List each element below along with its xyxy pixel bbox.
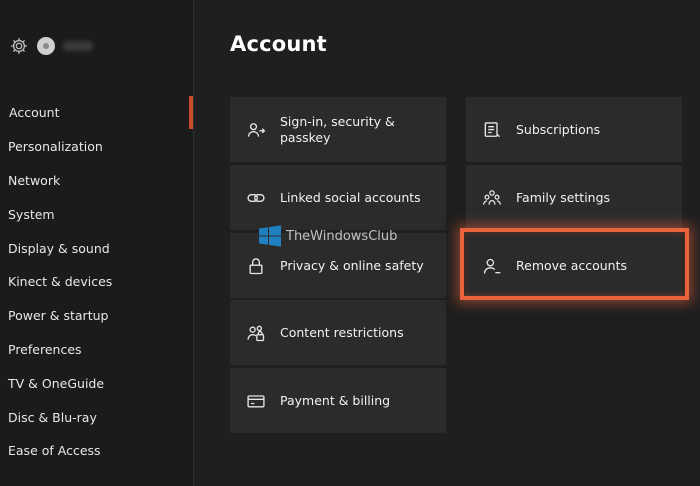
watermark: TheWindowsClub [258, 224, 397, 248]
avatar[interactable] [37, 37, 55, 55]
sidebar-item-label: TV & OneGuide [8, 375, 105, 391]
sidebar-item-display-sound[interactable]: Display & sound [0, 231, 193, 265]
gamertag-blurred [63, 41, 93, 51]
sidebar-item-preferences[interactable]: Preferences [0, 333, 193, 367]
sidebar-item-label: Preferences [8, 341, 82, 357]
tile-linked-social-accounts[interactable]: Linked social accounts [230, 165, 446, 230]
sidebar-item-disc-bluray[interactable]: Disc & Blu-ray [0, 400, 193, 434]
tile-label: Remove accounts [516, 257, 628, 273]
tile-label: Content restrictions [280, 324, 404, 340]
sidebar-item-label: Account [9, 105, 60, 121]
sidebar-item-label: Disc & Blu-ray [8, 409, 97, 425]
sidebar-item-label: Network [8, 172, 61, 188]
tile-remove-accounts[interactable]: Remove accounts [466, 233, 682, 298]
content-restrictions-icon [247, 325, 265, 341]
watermark-text: TheWindowsClub [286, 228, 398, 244]
sidebar-item-tv-oneguide[interactable]: TV & OneGuide [0, 366, 193, 400]
tile-label: Family settings [516, 189, 611, 205]
tile-label: Sign-in, security & passkey [280, 113, 395, 145]
tile-label: Privacy & online safety [280, 257, 424, 273]
tile-sign-in-security[interactable]: Sign-in, security & passkey [230, 97, 446, 162]
sidebar: Account Personalization Network System D… [0, 0, 194, 486]
tile-payment-billing[interactable]: Payment & billing [230, 368, 446, 433]
tile-family-settings[interactable]: Family settings [466, 165, 682, 230]
sidebar-nav: Account Personalization Network System D… [0, 96, 193, 468]
sidebar-item-power-startup[interactable]: Power & startup [0, 299, 193, 333]
subscriptions-icon [484, 121, 500, 137]
lock-icon [249, 257, 263, 274]
sidebar-item-personalization[interactable]: Personalization [0, 130, 193, 164]
sidebar-item-label: System [8, 206, 55, 222]
sidebar-item-label: Ease of Access [8, 443, 101, 459]
sign-in-icon [247, 122, 266, 137]
tile-label: Payment & billing [280, 392, 391, 408]
sidebar-item-ease-of-access[interactable]: Ease of Access [0, 434, 193, 468]
tile-label: Subscriptions [516, 121, 601, 137]
remove-account-icon [483, 258, 501, 274]
sidebar-item-kinect-devices[interactable]: Kinect & devices [0, 265, 193, 299]
profile-bar [9, 36, 93, 56]
sidebar-item-system[interactable]: System [0, 197, 193, 231]
windows-logo-icon [259, 225, 281, 247]
sidebar-item-label: Kinect & devices [8, 274, 113, 290]
gear-icon[interactable] [9, 36, 29, 56]
sidebar-item-label: Personalization [8, 139, 103, 155]
page-title: Account [230, 32, 327, 56]
family-icon [483, 189, 501, 205]
sidebar-item-label: Power & startup [8, 308, 109, 324]
tile-label: Linked social accounts [280, 189, 421, 205]
credit-card-icon [247, 394, 265, 407]
link-icon [247, 193, 265, 202]
sidebar-item-network[interactable]: Network [0, 164, 193, 198]
tile-content-restrictions[interactable]: Content restrictions [230, 300, 446, 365]
tile-subscriptions[interactable]: Subscriptions [466, 97, 682, 162]
sidebar-item-label: Display & sound [8, 240, 110, 256]
sidebar-item-account[interactable]: Account [0, 96, 193, 130]
